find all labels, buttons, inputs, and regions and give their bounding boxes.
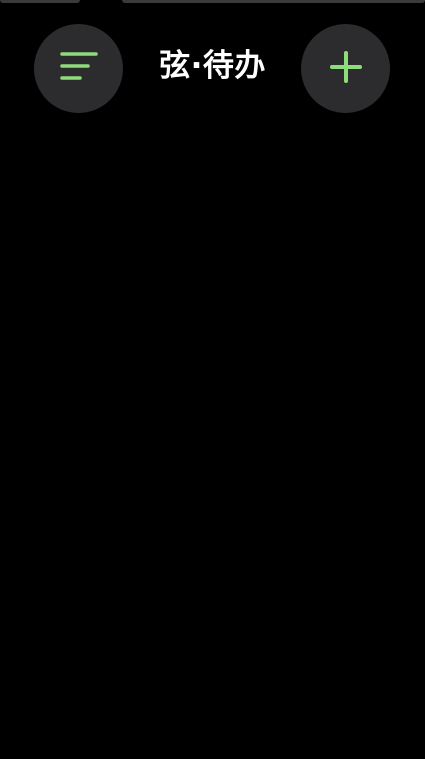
app-screen: 弦·待办 (0, 0, 425, 759)
add-todo-button[interactable] (301, 24, 390, 113)
top-edge-strip (0, 0, 425, 4)
todo-list-area (0, 120, 425, 759)
top-edge-segment-right (122, 0, 425, 3)
top-edge-segment-left (0, 0, 80, 3)
app-header: 弦·待办 (0, 24, 425, 114)
plus-icon (329, 50, 363, 88)
